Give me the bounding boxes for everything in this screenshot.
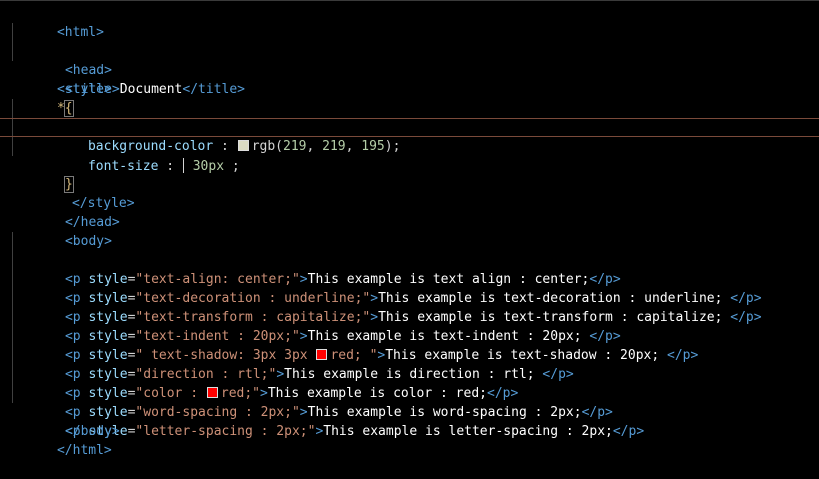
code-line: } xyxy=(0,156,819,193)
indent-guide xyxy=(12,346,13,365)
code-line: <p style="color : red;">This example is … xyxy=(0,346,819,401)
code-line: <p style=" text-shadow: 3px 3px red; ">T… xyxy=(0,308,819,363)
code-line: <p style="text-align: center;">This exam… xyxy=(0,232,819,287)
code-line: <style> xyxy=(0,61,819,97)
code-line: <p style="direction : rtl;">This example… xyxy=(0,327,819,382)
indent-guide xyxy=(12,270,13,289)
code-line: <p style="letter-spacing : 2px;">This ex… xyxy=(0,384,819,439)
indent-guide xyxy=(12,232,13,251)
code-line: *{ xyxy=(0,80,819,117)
indent-guide xyxy=(12,365,13,384)
code-line: background-color : rgb(219, 219, 195); xyxy=(0,99,819,154)
code-line: </body> xyxy=(0,403,819,439)
indent-guide xyxy=(12,99,13,118)
code-line: <head> xyxy=(0,23,819,78)
code-area[interactable]: <html> <head> <title>Document</title> <s… xyxy=(0,4,819,458)
code-line: <p style="text-indent : 20px;">This exam… xyxy=(0,289,819,344)
code-line: <title>Document</title> xyxy=(0,42,819,97)
code-line: <p style="word-spacing : 2px;">This exam… xyxy=(0,365,819,420)
code-line: </head> xyxy=(0,194,819,230)
code-line: </style> xyxy=(0,175,819,211)
code-line: <html> xyxy=(0,4,819,40)
indent-guide xyxy=(12,42,13,61)
indent-guide xyxy=(12,289,13,308)
code-line: <body> xyxy=(0,213,819,249)
indent-guide xyxy=(12,384,13,403)
code-line-empty xyxy=(0,137,819,156)
code-line: </html> xyxy=(0,422,819,458)
indent-guide xyxy=(12,23,13,42)
code-line: <p style="text-transform : capitalize;">… xyxy=(0,270,819,325)
indent-guide xyxy=(12,251,13,270)
indent-guide xyxy=(12,308,13,327)
current-line: font-size : 30px ; xyxy=(0,118,819,174)
indent-guide xyxy=(12,137,13,156)
indent-guide xyxy=(12,119,13,136)
code-editor[interactable]: <html> <head> <title>Document</title> <s… xyxy=(0,0,819,458)
indent-guide xyxy=(12,327,13,346)
code-line: <p style="text-decoration : underline;">… xyxy=(0,251,819,306)
html-close-tag: </html> xyxy=(56,443,112,458)
